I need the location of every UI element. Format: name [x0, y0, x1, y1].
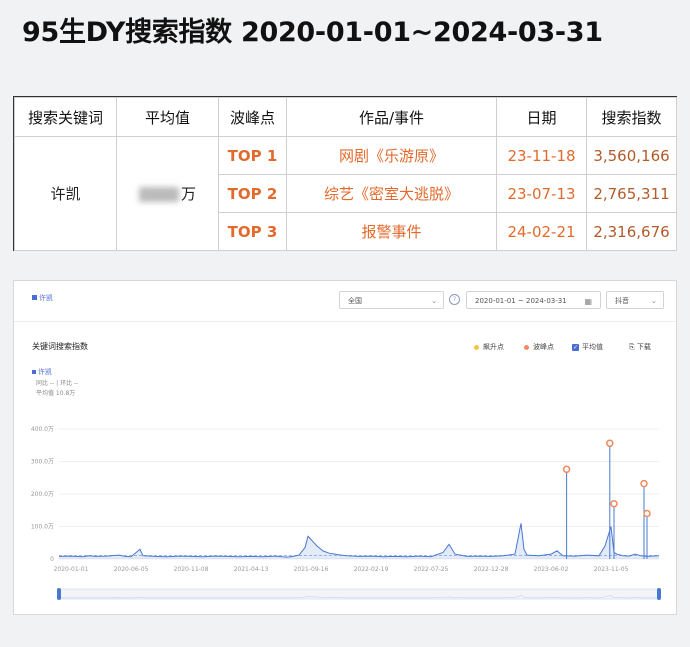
x-tick-label: 2022-07-25 [414, 566, 449, 573]
legend-average[interactable]: ✓ 平均值 [572, 342, 603, 352]
peak-point [562, 465, 571, 474]
index-cell: 3,560,166 [586, 136, 677, 175]
calendar-icon: ▦ [584, 297, 592, 306]
region-value: 全国 [348, 297, 362, 305]
header-index: 搜索指数 [586, 97, 677, 137]
platform-select[interactable]: 抖音 ⌄ [606, 291, 664, 309]
date-cell: 24-02-21 [496, 212, 587, 251]
peak-point [610, 500, 618, 508]
surge-dot-icon [474, 344, 479, 350]
x-tick-label: 2020-01-01 [54, 566, 89, 573]
x-tick-label: 2021-04-13 [234, 566, 269, 573]
checkbox-icon: ✓ [572, 343, 579, 351]
x-tick-label: 2021-09-16 [294, 566, 329, 573]
legend-average-label: 平均值 [582, 343, 603, 351]
y-tick-label: 400.0万 [31, 426, 54, 433]
zoom-handle-left [57, 588, 61, 600]
rank-cell: TOP 1 [218, 136, 287, 175]
peak-point [606, 439, 614, 448]
series-legend: 许凯 [32, 367, 52, 377]
x-tick-label: 2023-11-05 [594, 566, 629, 573]
peak-point [643, 509, 651, 518]
chevron-down-icon: ⌄ [651, 297, 657, 305]
help-icon[interactable]: ? [449, 294, 460, 305]
chart-panel: 许凯 全国 ⌄ ? 2020-01-01 ~ 2024-03-31 ▦ 抖音 ⌄… [13, 280, 677, 615]
zoom-handle-right [657, 588, 661, 600]
y-tick-label: 300.0万 [31, 459, 54, 466]
y-tick-label: 100.0万 [31, 524, 54, 531]
avg-info: 平均值 10.8万 [36, 390, 76, 397]
table-row: 许凯 万 TOP 1 网剧《乐游原》 23-11-18 3,560,166 [14, 136, 677, 251]
event-cell: 报警事件 [286, 212, 497, 251]
y-tick-label: 0 [50, 556, 54, 563]
download-icon: ⎘ [629, 343, 637, 351]
peak-dot-icon [524, 344, 529, 350]
date-range-value: 2020-01-01 ~ 2024-03-31 [475, 297, 567, 305]
index-cell: 2,765,311 [586, 174, 677, 213]
series-marker-icon [32, 370, 36, 374]
divider [14, 321, 676, 322]
x-tick-label: 2022-12-28 [474, 566, 509, 573]
header-event: 作品/事件 [286, 97, 497, 137]
tab-marker-icon [32, 295, 37, 300]
x-tick-label: 2023-06-02 [534, 566, 569, 573]
rank-cell: TOP 3 [218, 212, 287, 251]
index-cell: 2,316,676 [586, 212, 677, 251]
legend-surge-label: 飙升点 [483, 343, 504, 351]
series-name: 许凯 [38, 368, 52, 376]
blurred-value [138, 187, 179, 202]
series-line [58, 523, 660, 558]
date-range-picker[interactable]: 2020-01-01 ~ 2024-03-31 ▦ [466, 291, 601, 309]
y-tick-label: 200.0万 [31, 491, 54, 498]
x-tick-label: 2020-11-08 [174, 566, 209, 573]
download-button[interactable]: ⎘ 下载 [629, 342, 651, 352]
header-peak: 波峰点 [218, 97, 287, 137]
x-tick-label: 2022-02-19 [354, 566, 389, 573]
legend-surge[interactable]: 飙升点 [474, 342, 504, 352]
header-date: 日期 [496, 97, 587, 137]
event-cell: 网剧《乐游原》 [286, 136, 497, 175]
header-keyword: 搜索关键词 [14, 97, 117, 137]
peak-point [640, 479, 648, 488]
search-index-chart: 0 100.0万 200.0万 300.0万 400.0万 2020-01-01 2020-… [31, 426, 661, 600]
legend-peak-label: 波峰点 [533, 343, 554, 351]
average-cell: 万 [116, 136, 219, 251]
page-title: 95生DY搜索指数 2020-01-01~2024-03-31 [22, 17, 603, 48]
keyword-cell: 许凯 [14, 136, 117, 251]
download-label: 下载 [636, 343, 651, 351]
header-average: 平均值 [116, 97, 219, 137]
average-unit: 万 [180, 185, 196, 203]
rank-cell: TOP 2 [218, 174, 287, 213]
chevron-down-icon: ⌄ [431, 297, 437, 305]
series-area [59, 523, 659, 559]
region-select[interactable]: 全国 ⌄ [339, 291, 444, 309]
yoy-info: 同比 -- | 环比 -- [36, 380, 79, 387]
date-cell: 23-11-18 [496, 136, 587, 175]
event-cell: 综艺《密室大逃脱》 [286, 174, 497, 213]
summary-table: 搜索关键词 平均值 波峰点 作品/事件 日期 搜索指数 许凯 万 TOP 1 网… [13, 96, 677, 251]
platform-value: 抖音 [615, 297, 629, 305]
date-cell: 23-07-13 [496, 174, 587, 213]
tab-label: 许凯 [39, 294, 53, 302]
legend-peak[interactable]: 波峰点 [524, 342, 554, 352]
stats-info: 同比 -- | 环比 -- 平均值 10.8万 [36, 379, 78, 399]
keyword-tab[interactable]: 许凯 [32, 293, 53, 303]
x-tick-label: 2020-06-05 [114, 566, 149, 573]
chart-title: 关键词搜索指数 [32, 342, 88, 351]
